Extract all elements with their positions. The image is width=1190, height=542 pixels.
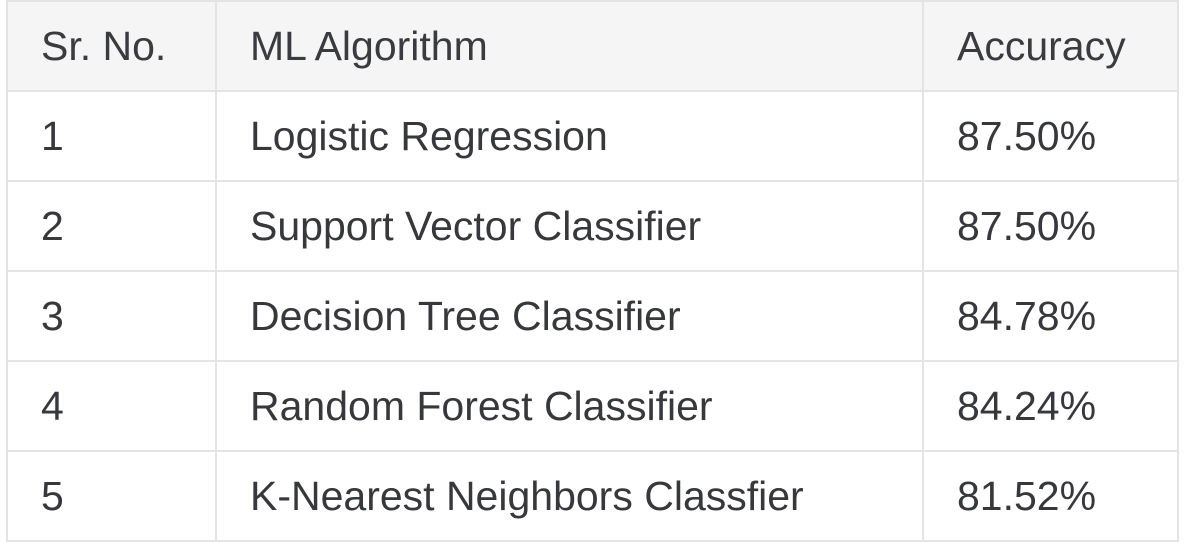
cell-sr-no: 3 (6, 270, 217, 362)
cell-accuracy: 84.78% (922, 270, 1179, 362)
cell-accuracy: 87.50% (922, 90, 1179, 182)
table-body: 1 Logistic Regression 87.50% 2 Support V… (6, 90, 1179, 542)
accuracy-table: Sr. No. ML Algorithm Accuracy 1 Logistic… (6, 0, 1179, 542)
cell-algorithm: Decision Tree Classifier (215, 270, 924, 362)
header-sr-no: Sr. No. (6, 0, 217, 92)
cell-accuracy: 87.50% (922, 180, 1179, 272)
table-row: 4 Random Forest Classifier 84.24% (6, 360, 1179, 452)
cell-algorithm: K-Nearest Neighbors Classfier (215, 450, 924, 542)
cell-algorithm: Random Forest Classifier (215, 360, 924, 452)
cell-sr-no: 1 (6, 90, 217, 182)
table-row: 1 Logistic Regression 87.50% (6, 90, 1179, 182)
results-table-container: Sr. No. ML Algorithm Accuracy 1 Logistic… (6, 0, 1179, 542)
header-row: Sr. No. ML Algorithm Accuracy (6, 0, 1179, 92)
cell-algorithm: Support Vector Classifier (215, 180, 924, 272)
cell-accuracy: 84.24% (922, 360, 1179, 452)
cell-algorithm: Logistic Regression (215, 90, 924, 182)
table-row: 5 K-Nearest Neighbors Classfier 81.52% (6, 450, 1179, 542)
cell-sr-no: 2 (6, 180, 217, 272)
header-ml-algorithm: ML Algorithm (215, 0, 924, 92)
cell-sr-no: 5 (6, 450, 217, 542)
table-header: Sr. No. ML Algorithm Accuracy (6, 0, 1179, 92)
cell-accuracy: 81.52% (922, 450, 1179, 542)
cell-sr-no: 4 (6, 360, 217, 452)
table-row: 3 Decision Tree Classifier 84.78% (6, 270, 1179, 362)
header-accuracy: Accuracy (922, 0, 1179, 92)
table-row: 2 Support Vector Classifier 87.50% (6, 180, 1179, 272)
